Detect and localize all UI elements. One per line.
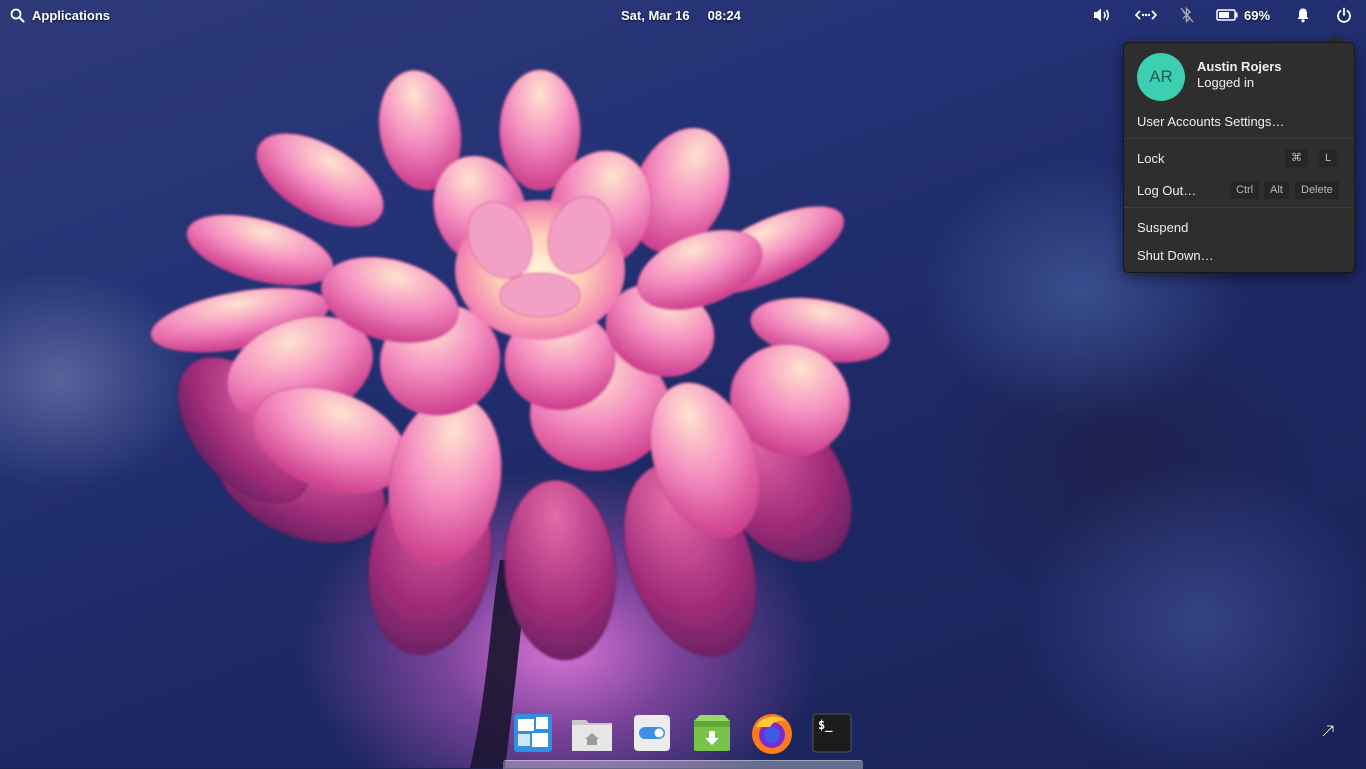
applications-label: Applications [32,7,111,23]
time-label: 08:24 [707,7,741,23]
terminal-launcher[interactable]: $_ [810,711,854,755]
battery-icon [1216,9,1238,21]
system-settings-launcher[interactable] [630,711,674,755]
search-icon [10,8,25,22]
shortcut-key: ⌘ [1285,149,1308,167]
dock: $_ [503,703,863,769]
network-indicator[interactable] [1135,5,1157,25]
menu-item-label: Suspend [1137,219,1189,235]
session-indicator[interactable] [1333,5,1355,25]
shortcut-key: Ctrl [1230,181,1260,199]
suspend-item[interactable]: Suspend [1124,214,1354,240]
appcenter-launcher[interactable] [690,711,734,755]
lock-item[interactable]: Lock ⌘ L [1124,145,1354,171]
user-session-menu: AR Austin Rojers Logged in User Accounts… [1123,42,1355,273]
applications-menu-button[interactable]: Applications [10,0,110,30]
menu-item-label: User Accounts Settings… [1137,113,1285,129]
shut-down-item[interactable]: Shut Down… [1124,242,1354,268]
multitasking-view-icon [514,714,552,752]
mouse-cursor-icon [1322,724,1334,737]
volume-indicator[interactable] [1091,5,1113,25]
menu-item-label: Shut Down… [1137,247,1214,263]
svg-text:$_: $_ [818,718,833,733]
menu-separator [1124,138,1354,139]
shortcut-key: Alt [1264,181,1289,199]
user-status: Logged in [1197,75,1255,90]
notifications-indicator[interactable] [1292,5,1314,25]
bluetooth-indicator[interactable] [1176,5,1198,25]
firefox-icon [752,714,792,754]
top-panel: Applications Sat, Mar 16 08:24 69% [0,0,1366,30]
bluetooth-disabled-icon [1180,7,1194,23]
appcenter-icon [694,715,730,751]
power-icon [1337,7,1351,23]
files-icon [572,720,612,751]
battery-percentage: 69% [1244,7,1271,23]
datetime-indicator[interactable]: Sat, Mar 16 08:24 [621,0,741,30]
terminal-icon: $_ [812,713,852,753]
date-label: Sat, Mar 16 [621,7,690,23]
shortcut-key: L [1319,149,1338,167]
user-accounts-settings-item[interactable]: User Accounts Settings… [1124,108,1354,134]
avatar: AR [1137,53,1185,101]
user-name: Austin Rojers [1197,59,1282,74]
wired-network-icon [1135,10,1157,20]
multitasking-view-launcher[interactable] [511,711,555,755]
volume-icon [1094,8,1110,22]
system-settings-icon [634,715,670,751]
log-out-item[interactable]: Log Out… Ctrl Alt Delete [1124,177,1354,203]
firefox-launcher[interactable] [750,711,794,755]
shortcut-key: Delete [1295,181,1339,199]
menu-item-label: Log Out… [1137,182,1197,198]
menu-item-label: Lock [1137,150,1165,166]
files-launcher[interactable] [570,711,614,755]
power-indicator[interactable]: 69% [1216,5,1278,25]
bell-icon [1297,8,1309,23]
menu-separator [1124,207,1354,208]
